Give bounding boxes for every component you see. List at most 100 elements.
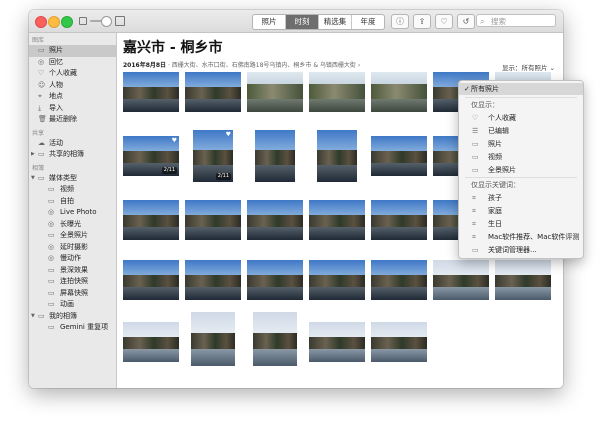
sidebar-item[interactable]: ▭ 全景照片 [29,230,116,242]
favorite-heart-icon[interactable]: ♡ [435,14,453,29]
photo-water [185,287,241,300]
sidebar-item[interactable]: ▭ 连拍快照 [29,276,116,288]
tab-moments[interactable]: 时刻 [286,15,319,29]
sidebar-item-label: Live Photo [60,208,97,216]
photo-bld [309,337,365,350]
sidebar-item-icon: ☁ [38,138,45,147]
menu-item[interactable]: ⌗ 家庭 [459,205,583,217]
photo-thumbnail[interactable] [185,260,241,300]
zoom-slider-knob[interactable] [101,16,112,27]
close-button[interactable] [35,16,47,28]
photo-water [371,99,427,112]
sidebar-item[interactable]: ▭ Gemini 重复项 [29,322,116,334]
photo-thumbnail[interactable] [123,72,179,112]
menu-item[interactable]: ▭ 关键词管理器... [459,244,583,256]
photo-thumbnail[interactable] [309,200,365,240]
show-filter-button[interactable]: 显示：所有照片 ⌄ [502,62,555,72]
photo-water [247,99,303,112]
menu-item[interactable]: ⌗ 孩子 [459,192,583,204]
tab-years[interactable]: 年度 [352,15,384,29]
menu-item[interactable]: ⌗ Mac软件推荐、Mac软件评测 [459,231,583,243]
menu-item[interactable]: ☰ 已编辑 [459,125,583,137]
photo-thumbnail[interactable] [247,200,303,240]
toolbar: 照片 时刻 精选集 年度 ⓘ ⇪ ♡ ↺ ⌕ 搜索 [29,10,563,33]
photo-thumbnail[interactable] [309,72,365,112]
sidebar-item[interactable]: 🗑 最近删除 [29,114,116,126]
photo-thumbnail[interactable] [185,72,241,112]
photo-thumbnail[interactable] [371,72,427,112]
burst-count-badge: 2/11 [161,167,177,174]
sidebar-item[interactable]: ◎ 回忆 [29,57,116,69]
photo-thumbnail[interactable] [309,322,365,362]
sidebar-item[interactable]: ◎ 慢动作 [29,253,116,265]
sidebar-item[interactable]: ▭ 景深效果 [29,265,116,277]
photo-thumbnail[interactable] [309,260,365,300]
sidebar-item-label: 媒体类型 [49,173,77,182]
photo-thumbnail[interactable] [253,312,297,366]
photo-thumbnail[interactable] [495,260,551,300]
disclosure-triangle-icon[interactable]: ▼ [31,173,35,185]
search-input[interactable]: ⌕ 搜索 [476,14,556,27]
sidebar-item[interactable]: ☺ 人物 [29,80,116,92]
rotate-icon[interactable]: ↺ [457,14,475,29]
sidebar-item-label: 延时摄影 [60,242,88,251]
photo-thumbnail[interactable] [191,312,235,366]
sidebar-item[interactable]: ◎ 延时摄影 [29,242,116,254]
sidebar-item[interactable]: ◎ 长曝光 [29,219,116,231]
sidebar-item[interactable]: ⌖ 地点 [29,91,116,103]
menu-item-icon: ▭ [472,246,479,254]
sidebar-item-icon: ◎ [48,254,55,262]
sidebar-item[interactable]: ▭ 屏幕快照 [29,288,116,300]
photo-thumbnail[interactable] [371,322,427,362]
share-icon[interactable]: ⇪ [413,14,431,29]
menu-item[interactable]: ♡ 个人收藏 [459,112,583,124]
sidebar-item-icon: ▭ [48,300,55,308]
sidebar-item[interactable]: ☁ 活动 [29,138,116,150]
photo-thumbnail[interactable] [123,260,179,300]
menu-item[interactable]: ▭ 照片 [459,138,583,150]
fullscreen-button[interactable] [61,16,73,28]
sidebar-item[interactable]: ▼ ▭ 媒体类型 [29,173,116,185]
disclosure-triangle-icon[interactable]: ▼ [31,311,35,323]
photo-bld [309,84,365,100]
sidebar-item[interactable]: ♡ 个人收藏 [29,68,116,80]
photo-thumbnail[interactable] [255,130,295,182]
menu-item-all-photos[interactable]: ✓ 所有照片 [459,83,583,95]
sidebar-item[interactable]: ▭ 动画 [29,299,116,311]
photo-thumbnail[interactable] [371,200,427,240]
sidebar-item[interactable]: ▭ 照片 [29,45,116,57]
photo-thumbnail[interactable]: ♥ 2/11 [193,130,233,182]
tab-collections[interactable]: 精选集 [319,15,352,29]
sidebar-item-icon: ▭ [48,231,55,239]
photo-thumbnail[interactable] [123,200,179,240]
photo-water [371,163,427,176]
photo-thumbnail[interactable]: ♥ 2/11 [123,136,179,176]
info-icon[interactable]: ⓘ [391,14,409,29]
sidebar-section-header: 图库 [32,37,45,44]
menu-item[interactable]: ▭ 全景照片 [459,164,583,176]
photo-thumbnail[interactable] [247,260,303,300]
sidebar-item[interactable]: ▼ ▭ 我的相簿 [29,311,116,323]
photo-thumbnail[interactable] [123,322,179,362]
tab-photos[interactable]: 照片 [253,15,286,29]
photo-thumbnail[interactable] [317,130,357,182]
disclosure-triangle-icon[interactable]: ▶ [31,149,35,161]
sidebar-item[interactable]: ▭ 自拍 [29,196,116,208]
sidebar-item-label: 人物 [49,80,63,89]
menu-item[interactable]: ▭ 视频 [459,151,583,163]
photo-thumbnail[interactable] [371,260,427,300]
photo-bld [371,151,427,164]
moment-places-link[interactable]: · 西栅大街、水市口街、石佛南路18号乌镇内、桐乡市 & 乌镇西栅大街 › [168,62,360,69]
sidebar-item[interactable]: ▭ 视频 [29,184,116,196]
menu-item[interactable]: ⌗ 生日 [459,218,583,230]
photo-thumbnail[interactable] [433,260,489,300]
photo-water [371,349,427,362]
minimize-button[interactable] [48,16,60,28]
menu-section-header: 仅显示： [471,101,499,109]
sidebar-item[interactable]: ▶ ▭ 共享的相簿 [29,149,116,161]
sidebar-item[interactable]: ⤓ 导入 [29,103,116,115]
sidebar-item[interactable]: ◎ Live Photo [29,207,116,219]
photo-thumbnail[interactable] [185,200,241,240]
photo-thumbnail[interactable] [247,72,303,112]
photo-thumbnail[interactable] [371,136,427,176]
